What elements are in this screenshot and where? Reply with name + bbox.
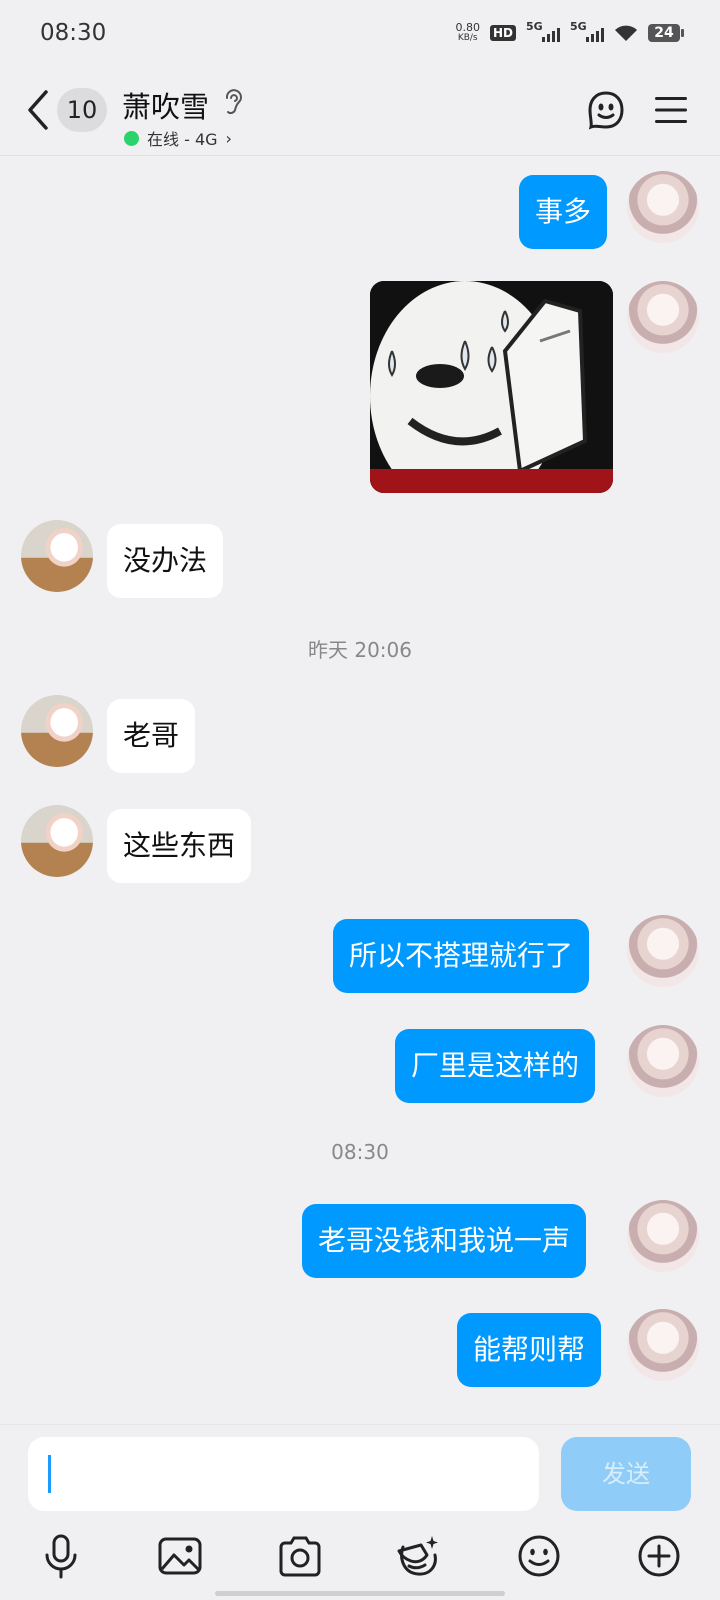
message-bubble-outgoing[interactable]: 事多 xyxy=(519,175,608,249)
my-avatar[interactable] xyxy=(627,281,699,353)
message-bubble-incoming[interactable]: 没办法 xyxy=(107,524,224,598)
signal-icon-1: 5G xyxy=(526,20,560,42)
microphone-icon[interactable] xyxy=(38,1533,84,1579)
online-dot-icon xyxy=(124,130,139,146)
friend-avatar[interactable] xyxy=(21,695,93,767)
my-avatar[interactable] xyxy=(627,1025,699,1097)
image-icon[interactable] xyxy=(157,1533,203,1579)
my-avatar[interactable] xyxy=(627,171,699,243)
signal-2-label: 5G xyxy=(570,20,587,33)
message-bubble-outgoing[interactable]: 所以不搭理就行了 xyxy=(333,919,590,993)
menu-icon[interactable] xyxy=(654,96,688,124)
network-speed-unit: KB/s xyxy=(457,33,478,43)
back-button[interactable] xyxy=(24,88,54,132)
signal-1-label: 5G xyxy=(526,20,543,33)
signal-icon-2: 5G xyxy=(570,20,604,42)
network-speed: 0.80 KB/s xyxy=(455,22,480,44)
online-status-text: 在线 - 4G xyxy=(147,130,218,149)
message-bubble-outgoing[interactable]: 厂里是这样的 xyxy=(395,1029,596,1103)
send-button[interactable]: 发送 xyxy=(561,1437,691,1511)
message-bubble-outgoing[interactable]: 老哥没钱和我说一声 xyxy=(302,1204,587,1278)
message-timestamp: 昨天 20:06 xyxy=(308,638,412,662)
status-bar: 08:30 0.80 KB/s HD 5G 5G 24 xyxy=(0,0,720,66)
my-avatar[interactable] xyxy=(627,915,699,987)
meme-image[interactable] xyxy=(370,281,613,493)
status-time: 08:30 xyxy=(40,20,107,46)
online-status[interactable]: 在线 - 4G › xyxy=(124,126,232,150)
message-timestamp: 08:30 xyxy=(331,1140,389,1164)
battery-icon: 24 xyxy=(648,24,684,42)
wifi-icon xyxy=(615,25,637,41)
hd-voice-icon: HD xyxy=(489,25,516,41)
chat-bot-icon[interactable] xyxy=(586,90,626,130)
status-icons: 0.80 KB/s HD 5G 5G 24 xyxy=(455,20,684,44)
friend-avatar[interactable] xyxy=(21,805,93,877)
input-area: 发送 xyxy=(0,1424,720,1600)
unread-count-badge[interactable]: 10 xyxy=(57,88,107,132)
message-input[interactable] xyxy=(28,1437,539,1511)
message-bubble-incoming[interactable]: 这些东西 xyxy=(107,809,252,883)
message-bubble-outgoing[interactable]: 能帮则帮 xyxy=(457,1313,602,1387)
camera-icon[interactable] xyxy=(277,1533,323,1579)
contact-name[interactable]: 萧吹雪 xyxy=(122,84,209,126)
network-speed-value: 0.80 xyxy=(455,21,480,34)
message-bubble-incoming[interactable]: 老哥 xyxy=(107,699,196,773)
ear-icon[interactable] xyxy=(222,88,244,116)
panda-meme-icon xyxy=(370,281,613,493)
emoji-icon[interactable] xyxy=(516,1533,562,1579)
friend-avatar[interactable] xyxy=(21,520,93,592)
my-avatar[interactable] xyxy=(627,1309,699,1381)
text-caret xyxy=(48,1455,51,1493)
chevron-right-icon: › xyxy=(225,128,232,148)
plus-icon[interactable] xyxy=(636,1533,682,1579)
chat-header: 10 萧吹雪 在线 - 4G › xyxy=(0,66,720,156)
home-indicator[interactable] xyxy=(215,1591,505,1596)
sticker-icon[interactable] xyxy=(395,1533,441,1579)
my-avatar[interactable] xyxy=(627,1200,699,1272)
